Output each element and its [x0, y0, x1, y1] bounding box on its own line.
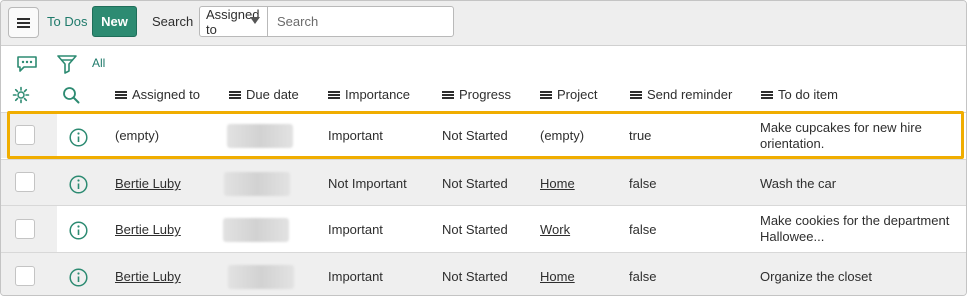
cell-due-date-redacted	[227, 124, 293, 148]
column-menu-icon[interactable]	[540, 93, 552, 96]
column-label: Assigned to	[132, 87, 200, 102]
cell-assigned-to-link[interactable]: Bertie Luby	[115, 176, 181, 192]
column-label: Importance	[345, 87, 411, 102]
column-header-assigned-to[interactable]: Assigned to	[115, 87, 200, 102]
column-header-importance[interactable]: Importance	[328, 87, 410, 102]
new-button[interactable]: New	[92, 6, 137, 37]
info-icon[interactable]	[69, 268, 88, 287]
filter-all-link[interactable]: All	[92, 56, 105, 70]
cell-project-link[interactable]: Home	[540, 176, 575, 192]
table-row[interactable]: Bertie Luby Important Not Started Home f…	[1, 252, 966, 295]
search-group: Assigned to	[199, 6, 454, 37]
cell-send-reminder: false	[629, 176, 657, 191]
column-menu-icon[interactable]	[115, 93, 127, 96]
cell-assigned-to-link[interactable]: Bertie Luby	[115, 269, 181, 285]
column-header-project[interactable]: Project	[540, 87, 597, 102]
cell-send-reminder: false	[629, 269, 657, 284]
cell-to-do-item: Organize the closet	[760, 269, 873, 284]
column-label: Due date	[246, 87, 299, 102]
cell-project-link[interactable]: Home	[540, 269, 575, 285]
table-row[interactable]: Bertie Luby Important Not Started Work f…	[1, 205, 966, 252]
cell-due-date-redacted	[223, 218, 289, 242]
search-label: Search	[152, 14, 194, 29]
column-menu-icon[interactable]	[761, 93, 773, 96]
cell-project-link[interactable]: Work	[540, 222, 570, 238]
column-header-to-do-item[interactable]: To do item	[761, 87, 838, 102]
search-field-select[interactable]: Assigned to	[200, 7, 268, 37]
row-checkbox[interactable]	[15, 266, 35, 286]
column-label: Project	[557, 87, 598, 102]
hamburger-icon	[17, 21, 30, 24]
cell-due-date-redacted	[228, 265, 294, 289]
info-icon[interactable]	[69, 175, 88, 194]
menu-button[interactable]	[8, 7, 39, 38]
row-checkbox[interactable]	[15, 219, 35, 239]
column-label: Send reminder	[647, 87, 733, 102]
cell-importance: Important	[328, 269, 383, 284]
table-row[interactable]: (empty) Important Not Started (empty) tr…	[1, 112, 966, 158]
row-checkbox[interactable]	[15, 125, 35, 145]
cell-assigned-to-link[interactable]: Bertie Luby	[115, 222, 181, 238]
cell-progress: Not Started	[442, 222, 508, 237]
table-row[interactable]: Bertie Luby Not Important Not Started Ho…	[1, 159, 966, 205]
cell-to-do-item: Make cupcakes for new hire orientation.	[760, 120, 922, 152]
cell-importance: Important	[328, 222, 383, 237]
cell-project: (empty)	[540, 128, 585, 143]
cell-importance: Not Important	[328, 176, 407, 191]
column-header-send-reminder[interactable]: Send reminder	[630, 87, 732, 102]
column-header-progress[interactable]: Progress	[442, 87, 511, 102]
filter-icon[interactable]	[57, 54, 77, 74]
todo-line: Make cupcakes for new hire	[760, 120, 922, 135]
cell-assigned-to: (empty)	[115, 128, 160, 143]
caret-down-icon	[250, 17, 260, 24]
column-menu-icon[interactable]	[442, 93, 454, 96]
column-menu-icon[interactable]	[328, 93, 340, 96]
todo-line: Make cookies for the department	[760, 213, 950, 228]
column-label: To do item	[778, 87, 838, 102]
cell-importance: Important	[328, 128, 383, 143]
row-checkbox[interactable]	[15, 172, 35, 192]
gear-icon[interactable]	[12, 86, 30, 104]
cell-send-reminder: true	[629, 128, 652, 143]
column-menu-icon[interactable]	[229, 93, 241, 96]
todo-line: Hallowee...	[760, 229, 825, 244]
column-label: Progress	[459, 87, 512, 102]
cell-to-do-item: Wash the car	[760, 176, 837, 191]
cell-send-reminder: false	[629, 222, 657, 237]
cell-to-do-item: Make cookies for the department Hallowee…	[760, 213, 949, 245]
chat-icon[interactable]	[16, 55, 38, 73]
info-icon[interactable]	[69, 221, 88, 240]
column-header-due-date[interactable]: Due date	[229, 87, 299, 102]
info-icon[interactable]	[69, 128, 88, 147]
list-title[interactable]: To Dos	[47, 14, 87, 29]
cell-due-date-redacted	[224, 172, 290, 196]
search-input[interactable]	[268, 7, 453, 36]
search-icon[interactable]	[62, 86, 80, 104]
cell-progress: Not Started	[442, 176, 508, 191]
cell-progress: Not Started	[442, 269, 508, 284]
column-menu-icon[interactable]	[630, 93, 642, 96]
list-window: To Dos New Search Assigned to All Assign…	[0, 0, 967, 296]
cell-progress: Not Started	[442, 128, 508, 143]
list-header: To Dos New Search Assigned to	[1, 1, 966, 46]
todo-line: orientation.	[760, 136, 825, 151]
